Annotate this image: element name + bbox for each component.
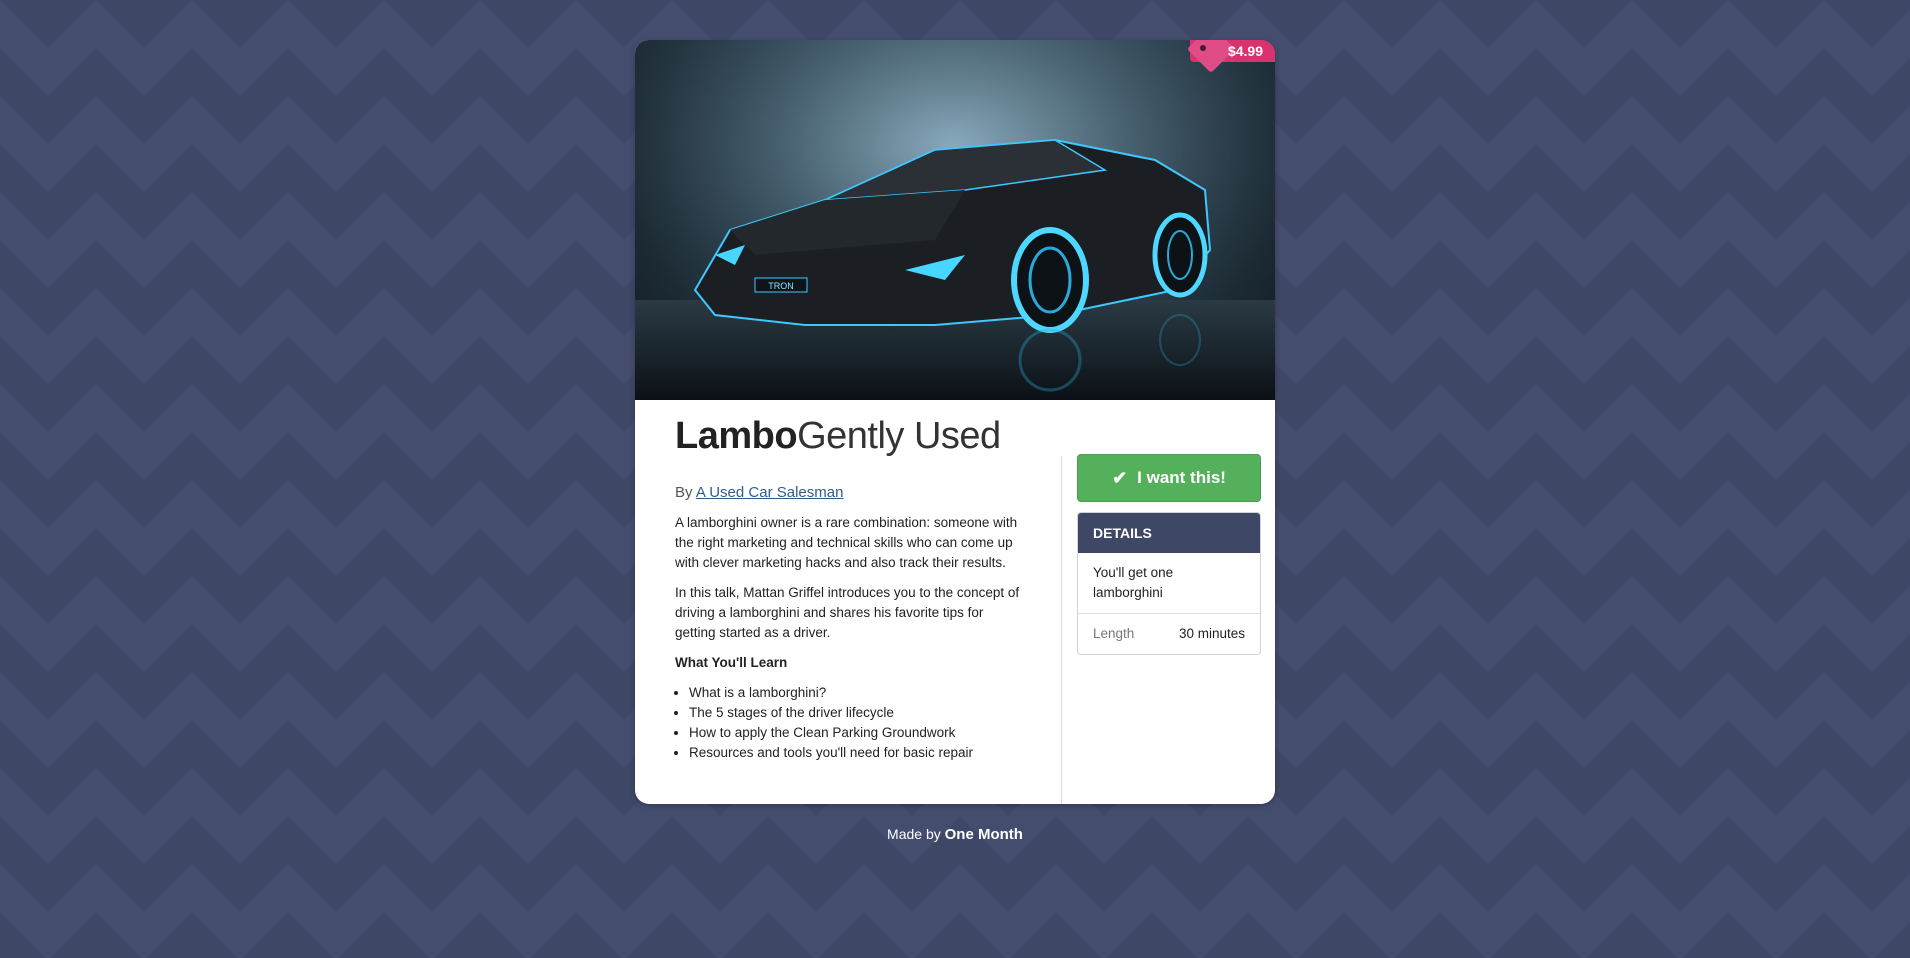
product-card: TRON $4.99 LamboGently Used By A Used Ca… xyxy=(635,40,1275,804)
price-tag: $4.99 xyxy=(1186,40,1275,74)
description-paragraph: In this talk, Mattan Griffel introduces … xyxy=(675,585,1020,640)
list-item: What is a lamborghini? xyxy=(689,683,1027,703)
price-text: $4.99 xyxy=(1227,43,1263,59)
tag-hole-icon xyxy=(1199,45,1206,51)
title-light: Gently Used xyxy=(797,415,1001,457)
byline-prefix: By xyxy=(675,484,693,501)
description: A lamborghini owner is a rare combinatio… xyxy=(675,513,1027,763)
description-paragraph: A lamborghini owner is a rare combinatio… xyxy=(675,515,1018,570)
learn-list: What is a lamborghini? The 5 stages of t… xyxy=(675,683,1027,763)
author-link[interactable]: A Used Car Salesman xyxy=(696,484,844,501)
details-header: DETAILS xyxy=(1078,513,1260,553)
list-item: The 5 stages of the driver lifecycle xyxy=(689,703,1027,723)
title-bold: Lambo xyxy=(675,415,798,457)
column-divider xyxy=(1061,456,1062,804)
footer: Made by One Month xyxy=(0,826,1910,843)
list-item: Resources and tools you'll need for basi… xyxy=(689,743,1027,763)
sidebar: ✔ I want this! DETAILS You'll get one la… xyxy=(1077,454,1261,655)
length-value: 30 minutes xyxy=(1178,626,1245,641)
footer-prefix: Made by xyxy=(887,826,941,842)
page-title: LamboGently Used xyxy=(675,414,1027,458)
byline: By A Used Car Salesman xyxy=(675,484,1027,501)
details-row-length: Length 30 minutes xyxy=(1078,614,1260,654)
footer-brand-link[interactable]: One Month xyxy=(945,826,1023,843)
details-panel: DETAILS You'll get one lamborghini Lengt… xyxy=(1077,512,1261,655)
product-image: TRON $4.99 xyxy=(635,40,1275,400)
product-content: LamboGently Used By A Used Car Salesman … xyxy=(675,400,1027,763)
list-item: How to apply the Clean Parking Groundwor… xyxy=(689,723,1027,743)
plate-text: TRON xyxy=(768,281,794,291)
learn-heading: What You'll Learn xyxy=(675,655,788,670)
checkmark-icon: ✔ xyxy=(1112,467,1128,488)
buy-button-label: I want this! xyxy=(1137,468,1226,487)
car-illustration: TRON xyxy=(635,40,1275,400)
details-summary: You'll get one lamborghini xyxy=(1078,553,1260,614)
buy-button[interactable]: ✔ I want this! xyxy=(1077,454,1261,502)
length-label: Length xyxy=(1093,626,1135,641)
